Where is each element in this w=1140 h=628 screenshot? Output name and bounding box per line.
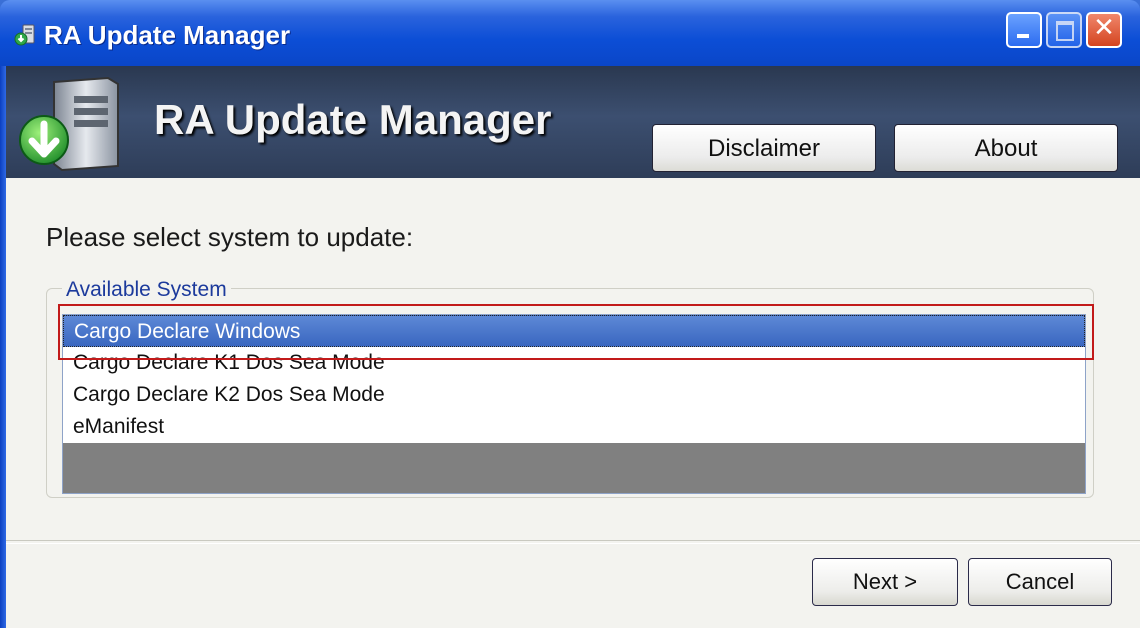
close-icon[interactable]: ✕	[1086, 12, 1122, 48]
footer-separator	[6, 540, 1140, 544]
disclaimer-button[interactable]: Disclaimer	[652, 124, 876, 172]
list-item-cargo-declare-k1[interactable]: Cargo Declare K1 Dos Sea Mode	[63, 347, 1085, 379]
maximize-icon[interactable]	[1046, 12, 1082, 48]
about-button[interactable]: About	[894, 124, 1118, 172]
banner-title: RA Update Manager	[154, 96, 552, 143]
title-bar[interactable]: RA Update Manager ✕	[0, 0, 1140, 66]
window-title: RA Update Manager	[44, 20, 291, 50]
list-item-cargo-declare-k2[interactable]: Cargo Declare K2 Dos Sea Mode	[63, 379, 1085, 411]
header-banner: RA Update Manager Disclaimer About	[6, 66, 1140, 178]
server-download-icon	[19, 76, 119, 172]
app-window: RA Update Manager ✕ RA Update Manager Di…	[0, 0, 1140, 628]
list-item-cargo-declare-windows[interactable]: Cargo Declare Windows	[63, 315, 1085, 347]
system-listbox[interactable]: Cargo Declare Windows Cargo Declare K1 D…	[62, 314, 1086, 494]
client-area: RA Update Manager Disclaimer About Pleas…	[6, 66, 1140, 628]
close-glyph: ✕	[1093, 13, 1115, 43]
list-item-emanifest[interactable]: eManifest	[63, 411, 1085, 443]
group-label: Available System	[62, 278, 231, 302]
server-download-icon	[14, 24, 35, 46]
next-button[interactable]: Next >	[812, 558, 958, 606]
select-prompt: Please select system to update:	[46, 222, 414, 252]
minimize-icon[interactable]	[1006, 12, 1042, 48]
cancel-button[interactable]: Cancel	[968, 558, 1112, 606]
